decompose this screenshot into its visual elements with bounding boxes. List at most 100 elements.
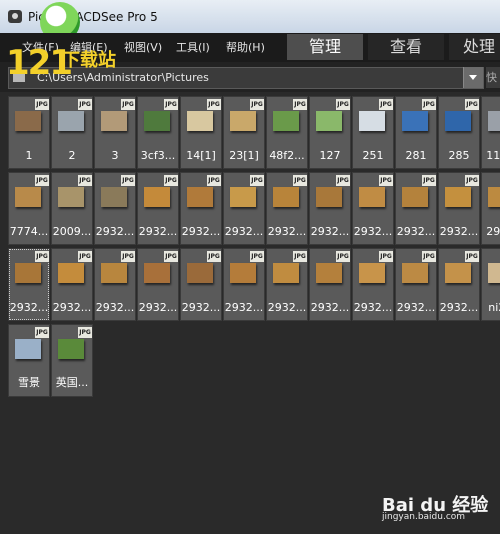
file-thumbnail[interactable]: JPG 3 [94,96,136,169]
file-thumbnail[interactable]: JPG 2932... [309,172,351,245]
image-preview [187,187,213,207]
path-dropdown-button[interactable] [463,67,483,88]
file-name: 251 [362,149,384,162]
file-name: 3 [111,149,119,162]
file-thumbnail[interactable]: JPG 281 [395,96,437,169]
file-name: 293... [486,225,500,238]
jpg-badge-icon: JPG [207,99,221,110]
jpg-badge-icon: JPG [78,175,92,186]
image-preview [58,339,84,359]
jpg-badge-icon: JPG [121,99,135,110]
file-thumbnail[interactable]: JPG 1 [8,96,50,169]
tab-develop[interactable]: 处理 [449,34,500,60]
file-name: 2932... [396,225,436,238]
file-name: 2932... [9,301,49,314]
file-name: 2932... [181,301,221,314]
file-thumbnail[interactable]: JPG 2009... [51,172,93,245]
menu-view[interactable]: 视图(V) [124,39,162,55]
image-preview [273,263,299,283]
file-thumbnail[interactable]: JPG 23[1] [223,96,265,169]
file-thumbnail[interactable]: JPG 2932... [180,248,222,321]
file-name: 英国... [55,376,89,389]
image-preview [316,263,342,283]
image-preview [101,187,127,207]
file-thumbnail[interactable]: JPG 2932... [137,248,179,321]
file-thumbnail[interactable]: JPG 2932... [438,248,480,321]
file-thumbnail[interactable]: JPG 2932... [352,248,394,321]
file-thumbnail[interactable]: JPG 14[1] [180,96,222,169]
file-thumbnail[interactable]: JPG 2932... [94,248,136,321]
file-name: 14[1] [186,149,216,162]
file-thumbnail[interactable]: JPG 雪景 [8,324,50,397]
file-thumbnail[interactable]: JPG 2932... [180,172,222,245]
menu-tools[interactable]: 工具(I) [176,39,210,55]
jpg-badge-icon: JPG [164,251,178,262]
file-thumbnail[interactable]: JPG112... [481,96,500,169]
file-thumbnail[interactable]: JPG 英国... [51,324,93,397]
image-preview [402,111,428,131]
file-name: ni2... [488,301,500,314]
menu-help[interactable]: 帮助(H) [226,39,265,55]
file-thumbnail[interactable]: JPG 2932... [309,248,351,321]
tab-manage[interactable]: 管理 [287,34,363,60]
file-name: 2932... [267,301,307,314]
file-name: 2932... [439,225,479,238]
file-thumbnail[interactable]: JPG 2932... [266,172,308,245]
jpg-badge-icon: JPG [293,99,307,110]
file-thumbnail[interactable]: JPG 2932... [438,172,480,245]
file-thumbnail[interactable]: JPG 2932... [223,248,265,321]
file-thumbnail[interactable]: JPG 2932... [8,248,50,321]
jpg-badge-icon: JPG [121,251,135,262]
jpg-badge-icon: JPG [422,251,436,262]
image-preview [144,263,170,283]
file-thumbnail[interactable]: JPG 7774... [8,172,50,245]
image-preview [445,111,471,131]
jpg-badge-icon: JPG [422,175,436,186]
tab-view[interactable]: 查看 [368,34,444,60]
file-thumbnail[interactable]: JPG 285 [438,96,480,169]
image-preview [101,263,127,283]
jpg-badge-icon: JPG [207,175,221,186]
jpg-badge-icon: JPG [465,99,479,110]
file-thumbnail[interactable]: JPG 2932... [94,172,136,245]
jpg-badge-icon: JPG [465,175,479,186]
image-preview [230,263,256,283]
file-thumbnail[interactable]: JPG 2 [51,96,93,169]
file-thumbnail[interactable]: JPGni2... [481,248,500,321]
jpg-badge-icon: JPG [379,175,393,186]
file-thumbnail[interactable]: JPG 251 [352,96,394,169]
file-thumbnail[interactable]: JPG 3cf3... [137,96,179,169]
file-thumbnail[interactable]: JPG 2932... [266,248,308,321]
file-name: 127 [319,149,341,162]
file-name: 112... [486,149,500,162]
file-thumbnail[interactable]: JPG 2932... [395,172,437,245]
jpg-badge-icon: JPG [336,251,350,262]
image-preview [144,187,170,207]
image-preview [101,111,127,131]
image-preview [230,111,256,131]
file-thumbnail[interactable]: JPG 2932... [51,248,93,321]
file-name: 2932... [95,225,135,238]
jpg-badge-icon: JPG [250,99,264,110]
image-preview [58,263,84,283]
image-preview [445,187,471,207]
file-name: 2932... [439,301,479,314]
file-thumbnail[interactable]: JPG 2932... [352,172,394,245]
file-name: 281 [405,149,427,162]
jpg-badge-icon: JPG [379,99,393,110]
file-thumbnail[interactable]: JPG 2932... [395,248,437,321]
file-thumbnail[interactable]: JPG 2932... [137,172,179,245]
jpg-badge-icon: JPG [35,251,49,262]
image-preview [488,111,500,131]
file-grid: JPG 1 JPG 2 JPG 3 JPG 3cf3... JPG 14[1] JPG 23[1] JP… [8,96,500,397]
image-preview [359,263,385,283]
quick-search-field[interactable]: 快 [486,67,500,88]
file-thumbnail[interactable]: JPG293... [481,172,500,245]
file-name: 3cf3... [140,149,176,162]
file-thumbnail[interactable]: JPG 2932... [223,172,265,245]
file-thumbnail[interactable]: JPG 127 [309,96,351,169]
file-name: 2932... [353,301,393,314]
image-preview [58,187,84,207]
file-thumbnail[interactable]: JPG 48f2... [266,96,308,169]
file-name: 2932... [138,301,178,314]
